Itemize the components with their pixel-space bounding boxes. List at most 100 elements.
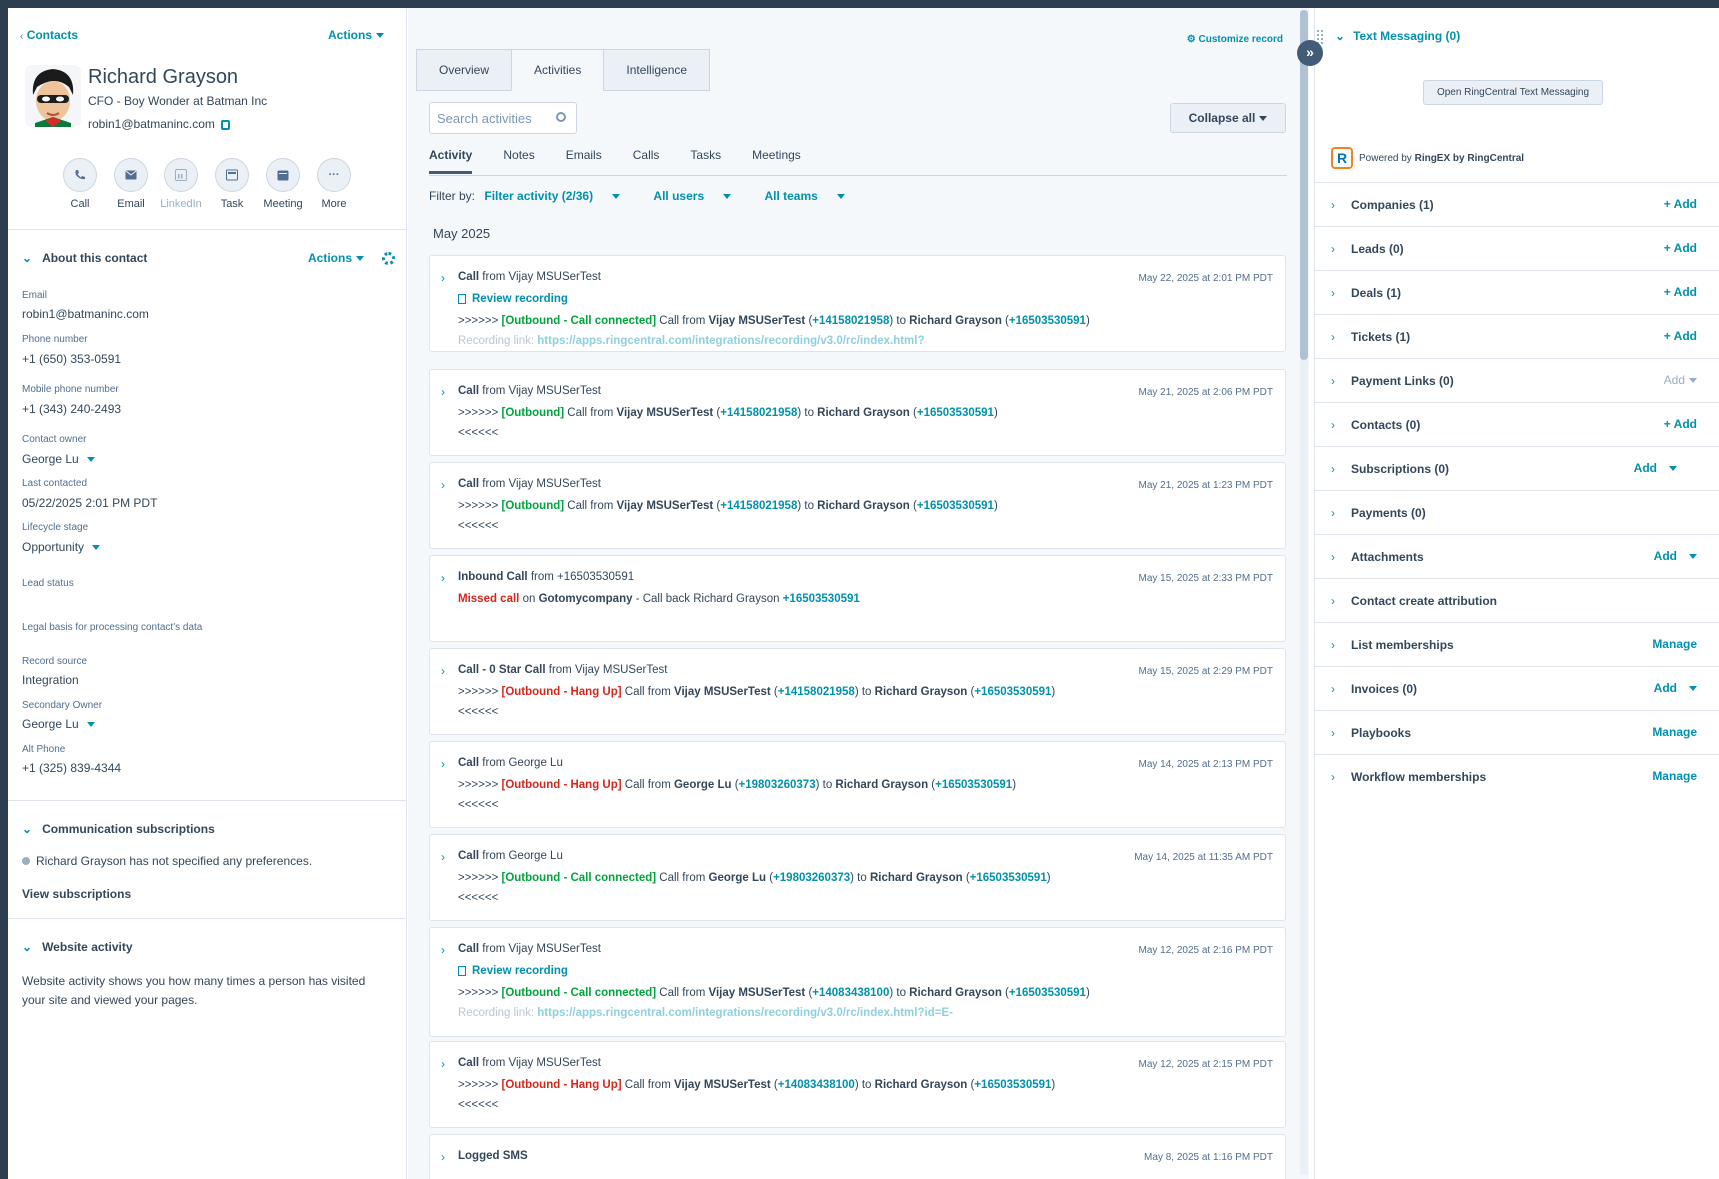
- secondary-owner-dropdown[interactable]: George Lu: [22, 717, 95, 731]
- text-messaging-toggle[interactable]: ⌄ Text Messaging (0): [1335, 29, 1460, 43]
- card-list-memberships[interactable]: › List memberships Manage: [1315, 622, 1719, 666]
- card-companies[interactable]: › Companies (1) + Add: [1315, 182, 1719, 226]
- chevron-right-icon[interactable]: ›: [441, 943, 445, 957]
- chevron-right-icon[interactable]: ›: [441, 271, 445, 285]
- chevron-right-icon[interactable]: ›: [441, 1150, 445, 1164]
- subtab-calls[interactable]: Calls: [633, 148, 660, 174]
- divider: [8, 918, 406, 919]
- breadcrumb-contacts[interactable]: Contacts: [27, 28, 78, 42]
- card-label: Playbooks: [1351, 726, 1412, 740]
- filter-activity-dropdown[interactable]: Filter activity (2/36): [484, 189, 635, 203]
- card-subscriptions[interactable]: › Subscriptions (0) Add: [1315, 446, 1719, 490]
- card-contact-create-attribution[interactable]: › Contact create attribution: [1315, 578, 1719, 622]
- chevron-right-icon[interactable]: ›: [441, 664, 445, 678]
- subtab-meetings[interactable]: Meetings: [752, 148, 801, 174]
- card-workflow-memberships[interactable]: › Workflow memberships Manage: [1315, 754, 1719, 798]
- gear-icon[interactable]: [382, 252, 395, 265]
- add-attachment-dropdown[interactable]: Add: [1654, 549, 1697, 563]
- activity-card[interactable]: › Call from George Lu May 14, 2025 at 11…: [429, 834, 1286, 921]
- caret-down-icon: [723, 194, 732, 200]
- chevron-right-icon[interactable]: ›: [441, 571, 445, 585]
- chevron-right-icon[interactable]: ›: [441, 1057, 445, 1071]
- comm-subs-section-toggle[interactable]: ⌄ Communication subscriptions: [22, 822, 215, 836]
- quick-action-more[interactable]: ··· More: [309, 158, 359, 210]
- subtab-notes[interactable]: Notes: [503, 148, 534, 174]
- activity-card[interactable]: › Call from Vijay MSUSerTest May 21, 202…: [429, 462, 1286, 549]
- activity-card[interactable]: › Call from Vijay MSUSerTest May 12, 202…: [429, 927, 1286, 1037]
- activity-card[interactable]: › Logged SMS May 8, 2025 at 1:16 PM PDT: [429, 1134, 1286, 1179]
- card-contacts[interactable]: › Contacts (0) + Add: [1315, 402, 1719, 446]
- chevron-right-icon[interactable]: ›: [441, 757, 445, 771]
- manage-playbooks-button[interactable]: Manage: [1652, 725, 1697, 739]
- property-value-alt-phone[interactable]: +1 (325) 839-4344: [22, 761, 121, 775]
- property-value-email[interactable]: robin1@batmaninc.com: [22, 307, 149, 321]
- quick-action-linkedin[interactable]: LinkedIn: [156, 158, 206, 210]
- collapse-sidebar-icon[interactable]: »: [1297, 40, 1323, 66]
- collapse-all-button[interactable]: Collapse all: [1170, 103, 1286, 133]
- add-subscription-dropdown[interactable]: Add: [1634, 461, 1677, 475]
- add-contact-button[interactable]: + Add: [1664, 417, 1697, 431]
- chevron-right-icon: ›: [1331, 506, 1335, 520]
- activity-card[interactable]: › Call from George Lu May 14, 2025 at 2:…: [429, 741, 1286, 828]
- quick-action-meeting[interactable]: Meeting: [258, 158, 308, 210]
- property-label: Last contacted: [22, 478, 88, 489]
- copy-icon[interactable]: [220, 119, 230, 130]
- review-recording-link[interactable]: Review recording: [458, 293, 568, 305]
- website-activity-toggle[interactable]: ⌄ Website activity: [22, 940, 133, 954]
- activity-body: >>>>>> [Outbound - Call connected] Call …: [458, 315, 1090, 327]
- activity-card[interactable]: › Call - 0 Star Call from Vijay MSUSerTe…: [429, 648, 1286, 735]
- property-value-phone[interactable]: +1 (650) 353-0591: [22, 352, 121, 366]
- add-lead-button[interactable]: + Add: [1664, 241, 1697, 255]
- all-users-dropdown[interactable]: All users: [653, 189, 746, 203]
- card-invoices[interactable]: › Invoices (0) Add: [1315, 666, 1719, 710]
- quick-action-call[interactable]: Call: [55, 158, 105, 210]
- subtab-emails[interactable]: Emails: [566, 148, 602, 174]
- manage-workflows-button[interactable]: Manage: [1652, 769, 1697, 783]
- recording-url-link[interactable]: https://apps.ringcentral.com/integration…: [537, 335, 924, 347]
- review-recording-link[interactable]: Review recording: [458, 965, 568, 977]
- about-section-toggle[interactable]: ⌄ About this contact: [22, 251, 147, 265]
- card-playbooks[interactable]: › Playbooks Manage: [1315, 710, 1719, 754]
- quick-action-email[interactable]: Email: [106, 158, 156, 210]
- chevron-right-icon[interactable]: ›: [441, 850, 445, 864]
- header-actions-dropdown[interactable]: Actions: [328, 28, 384, 42]
- customize-record-link[interactable]: ⚙ Customize record: [1187, 34, 1283, 45]
- recording-url-link[interactable]: https://apps.ringcentral.com/integration…: [537, 1007, 953, 1019]
- tab-intelligence[interactable]: Intelligence: [603, 49, 711, 91]
- activity-card[interactable]: › Inbound Call from +16503530591 May 15,…: [429, 555, 1286, 642]
- lifecycle-stage-dropdown[interactable]: Opportunity: [22, 540, 100, 554]
- subtab-activity[interactable]: Activity: [429, 148, 473, 174]
- search-input[interactable]: Search activities: [429, 102, 577, 134]
- activity-card[interactable]: › Call from Vijay MSUSerTest May 21, 202…: [429, 369, 1286, 456]
- chevron-right-icon[interactable]: ›: [441, 385, 445, 399]
- card-tickets[interactable]: › Tickets (1) + Add: [1315, 314, 1719, 358]
- card-payments[interactable]: › Payments (0): [1315, 490, 1719, 534]
- add-ticket-button[interactable]: + Add: [1664, 329, 1697, 343]
- tab-activities[interactable]: Activities: [511, 49, 605, 91]
- open-ringcentral-button[interactable]: Open RingCentral Text Messaging: [1423, 80, 1603, 105]
- property-value-record-source: Integration: [22, 673, 79, 687]
- add-invoice-dropdown[interactable]: Add: [1654, 681, 1697, 695]
- quick-action-task[interactable]: Task: [207, 158, 257, 210]
- about-actions-dropdown[interactable]: Actions: [308, 251, 365, 265]
- chevron-right-icon[interactable]: ›: [441, 478, 445, 492]
- contact-owner-dropdown[interactable]: George Lu: [22, 452, 95, 466]
- chevron-right-icon: ›: [1331, 770, 1335, 784]
- add-deal-button[interactable]: + Add: [1664, 285, 1697, 299]
- card-attachments[interactable]: › Attachments Add: [1315, 534, 1719, 578]
- search-icon: [556, 112, 566, 122]
- card-payment-links[interactable]: › Payment Links (0) Add: [1315, 358, 1719, 402]
- property-value-mobile[interactable]: +1 (343) 240-2493: [22, 402, 121, 416]
- all-teams-dropdown[interactable]: All teams: [764, 189, 859, 203]
- tab-overview[interactable]: Overview: [416, 49, 513, 91]
- activity-card[interactable]: › Call from Vijay MSUSerTest May 12, 202…: [429, 1041, 1286, 1128]
- activity-card[interactable]: › Call from Vijay MSUSerTest May 22, 202…: [429, 255, 1286, 352]
- add-payment-link-dropdown[interactable]: Add: [1664, 373, 1697, 387]
- add-company-button[interactable]: + Add: [1664, 197, 1697, 211]
- manage-lists-button[interactable]: Manage: [1652, 637, 1697, 651]
- subtab-tasks[interactable]: Tasks: [690, 148, 721, 174]
- card-deals[interactable]: › Deals (1) + Add: [1315, 270, 1719, 314]
- card-leads[interactable]: › Leads (0) + Add: [1315, 226, 1719, 270]
- breadcrumb[interactable]: ‹ Contacts: [20, 28, 78, 42]
- view-subscriptions-link[interactable]: View subscriptions: [22, 887, 131, 901]
